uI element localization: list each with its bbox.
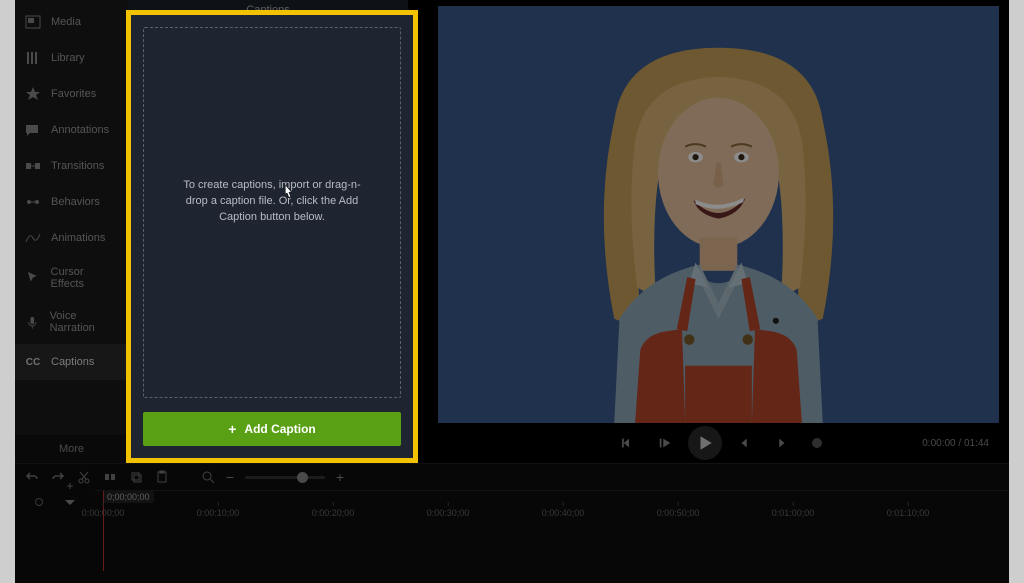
sidebar-item-voice-narration[interactable]: Voice Narration <box>15 300 128 344</box>
mic-icon <box>25 314 40 330</box>
cc-icon: CC <box>25 354 41 370</box>
sidebar-item-annotations[interactable]: Annotations <box>15 112 128 148</box>
paste-button[interactable] <box>155 470 169 484</box>
add-caption-button[interactable]: + Add Caption <box>143 412 401 446</box>
sidebar-item-animations[interactable]: Animations <box>15 220 128 256</box>
animations-icon <box>25 230 41 246</box>
track-controls: + <box>63 479 77 509</box>
annotations-icon <box>25 122 41 138</box>
caption-dropzone[interactable]: To create captions, import or drag-n-dro… <box>143 27 401 398</box>
star-icon <box>25 86 41 102</box>
step-back-button[interactable] <box>652 430 678 456</box>
timeline-tick: 0:01:10;00 <box>887 508 930 518</box>
add-caption-label: Add Caption <box>244 422 315 436</box>
sidebar-label: Annotations <box>51 124 109 136</box>
preview-area: 0:00:00 / 01:44 <box>408 0 1009 463</box>
track-marker[interactable] <box>35 498 43 506</box>
timeline-tick: 0:00:20;00 <box>312 508 355 518</box>
timeline-ticks: 0:00:00;000:00:10;000:00:20;000:00:30;00… <box>95 508 1009 524</box>
sidebar-more[interactable]: More <box>15 435 128 463</box>
timeline-tick: 0:00:00;00 <box>82 508 125 518</box>
playhead-time: 0;00;00;00 <box>103 491 154 503</box>
prev-frame-button[interactable] <box>616 430 642 456</box>
timeline-ruler[interactable]: 0;00;00;00 <box>95 490 1009 508</box>
timeline-tick: 0:00:30;00 <box>427 508 470 518</box>
highlighted-panel: To create captions, import or drag-n-dro… <box>126 10 418 463</box>
sidebar-label: Favorites <box>51 88 96 100</box>
sidebar-label: Transitions <box>51 160 104 172</box>
sidebar-label: Cursor Effects <box>51 266 118 290</box>
zoom-fit-button[interactable] <box>201 470 215 484</box>
cut-button[interactable] <box>77 470 91 484</box>
cursor-pointer-icon <box>281 184 295 202</box>
cursor-icon <box>25 270 41 286</box>
zoom-slider[interactable] <box>245 476 325 479</box>
timeline-tick: 0:00:40;00 <box>542 508 585 518</box>
sidebar-label: Captions <box>51 356 94 368</box>
sidebar-label: Library <box>51 52 85 64</box>
sidebar-label: Animations <box>51 232 105 244</box>
video-preview[interactable] <box>438 6 999 423</box>
prev-marker-button[interactable] <box>732 430 758 456</box>
sidebar-item-favorites[interactable]: Favorites <box>15 76 128 112</box>
sidebar-label: Media <box>51 16 81 28</box>
zoom-in-button[interactable]: + <box>333 470 347 484</box>
time-readout: 0:00:00 / 01:44 <box>922 438 989 449</box>
timeline-tick: 0:00:10;00 <box>197 508 240 518</box>
sidebar-label: Behaviors <box>51 196 100 208</box>
undo-button[interactable] <box>25 470 39 484</box>
add-track-button[interactable]: + <box>63 479 77 493</box>
dropzone-instruction: To create captions, import or drag-n-dro… <box>177 178 367 226</box>
timeline-tick: 0:01:00;00 <box>772 508 815 518</box>
sidebar-item-library[interactable]: Library <box>15 40 128 76</box>
timeline-toolbar: − + <box>15 464 1009 490</box>
timeline-tick: 0:00:50;00 <box>657 508 700 518</box>
tool-sidebar: Media Library Favorites Annotations Tran… <box>15 0 128 463</box>
plus-icon: + <box>228 421 236 437</box>
video-frame-image <box>438 6 999 423</box>
sidebar-label: Voice Narration <box>50 310 118 334</box>
play-button[interactable] <box>688 426 722 460</box>
media-icon <box>25 14 41 30</box>
transitions-icon <box>25 158 41 174</box>
sidebar-item-behaviors[interactable]: Behaviors <box>15 184 128 220</box>
record-indicator[interactable] <box>812 438 822 448</box>
next-marker-button[interactable] <box>768 430 794 456</box>
sidebar-item-media[interactable]: Media <box>15 4 128 40</box>
behaviors-icon <box>25 194 41 210</box>
captions-panel: Captions To create captions, import or d… <box>128 0 408 463</box>
sidebar-item-transitions[interactable]: Transitions <box>15 148 128 184</box>
sidebar-item-cursor-effects[interactable]: Cursor Effects <box>15 256 128 300</box>
zoom-out-button[interactable]: − <box>223 470 237 484</box>
playback-controls: 0:00:00 / 01:44 <box>438 423 999 463</box>
library-icon <box>25 50 41 66</box>
sidebar-item-captions[interactable]: CC Captions <box>15 344 128 380</box>
split-button[interactable] <box>103 470 117 484</box>
collapse-tracks-button[interactable] <box>63 495 77 509</box>
timeline: − + 0;00;00;00 0:00:00;00 0:00:10;00 0:00:… <box>15 463 1009 583</box>
copy-button[interactable] <box>129 470 143 484</box>
